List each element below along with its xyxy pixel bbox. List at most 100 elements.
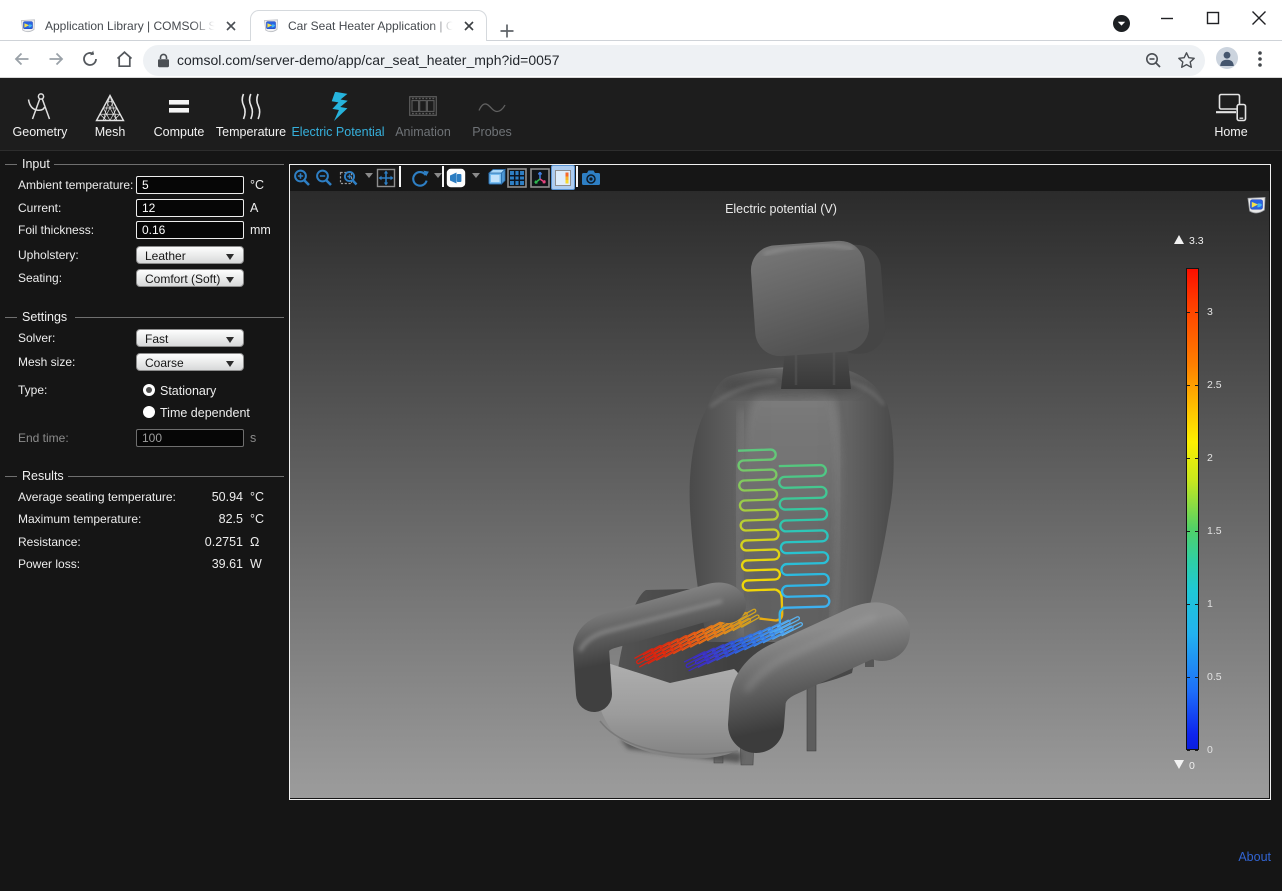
toolbar-button-probes[interactable]: Probes (466, 78, 518, 151)
comsol-app: Geometry Mesh Compute (0, 78, 1282, 891)
result-unit: °C (250, 490, 264, 504)
foil-thickness-input[interactable] (136, 221, 244, 239)
dropdown-arrow-icon (226, 337, 234, 343)
toolbar-button-home[interactable]: Home (1203, 78, 1259, 151)
mesh-size-dropdown[interactable]: Coarse (136, 353, 244, 371)
solver-dropdown[interactable]: Fast (136, 329, 244, 347)
new-tab-button[interactable] (497, 21, 517, 41)
field-label: End time: (18, 431, 69, 445)
radio-label: Stationary (160, 384, 216, 398)
colorbar-tick (1195, 385, 1198, 386)
colorbar-tick-label: 0 (1207, 744, 1213, 756)
result-maximum-temperature: Maximum temperature: 82.5 °C (0, 512, 289, 528)
result-value: 50.94 (150, 490, 243, 504)
chevron-down-icon (1117, 21, 1126, 27)
view-dropdown-arrow[interactable] (472, 173, 480, 178)
field-current: Current: A (0, 199, 289, 217)
about-link[interactable]: About (1238, 850, 1271, 864)
section-results: Results (0, 476, 289, 490)
colorbar-tick (1195, 458, 1198, 459)
tab-search-button[interactable] (1113, 15, 1130, 32)
colorbar-tick (1195, 750, 1198, 751)
axis-orientation-icon[interactable] (530, 168, 550, 188)
profile-avatar[interactable] (1216, 47, 1238, 69)
lock-icon (157, 53, 170, 68)
colorbar-tick (1187, 385, 1190, 386)
result-power-loss: Power loss: 39.61 W (0, 557, 289, 573)
field-solver: Solver: Fast (0, 329, 289, 347)
go-to-view-icon[interactable] (446, 168, 466, 188)
toolbar-button-mesh[interactable]: Mesh (83, 78, 137, 151)
tab-application-library[interactable]: Application Library | COMSOL Ser (8, 10, 248, 41)
dropdown-arrow-icon (226, 361, 234, 367)
toolbar-button-temperature[interactable]: Temperature (214, 78, 288, 151)
snapshot-camera-icon[interactable] (581, 168, 601, 188)
seat-headrest (749, 238, 887, 361)
current-input[interactable] (136, 199, 244, 217)
toolbar-label: Probes (472, 125, 512, 139)
colorbar-tick (1187, 531, 1190, 532)
car-seat-3d-model (290, 191, 1269, 798)
result-label: Maximum temperature: (18, 512, 141, 526)
app-toolbar: Geometry Mesh Compute (0, 78, 1282, 151)
max-marker-icon (1174, 235, 1184, 244)
result-average-seating-temperature: Average seating temperature: 50.94 °C (0, 490, 289, 506)
tab-title: Car Seat Heater Application | COM (288, 19, 456, 33)
color-legend-icon (555, 170, 571, 186)
minimize-button[interactable] (1144, 0, 1190, 36)
field-label: Upholstery: (18, 248, 79, 262)
toolbar-label: Temperature (216, 125, 286, 139)
ambient-temperature-input[interactable] (136, 176, 244, 194)
browser-window: Application Library | COMSOL Ser Car Sea… (0, 0, 1282, 891)
tab-close-icon[interactable] (460, 17, 478, 35)
end-time-input[interactable] (136, 429, 244, 447)
address-bar[interactable]: comsol.com/server-demo/app/car_seat_heat… (143, 45, 1205, 76)
zoom-out-icon[interactable] (314, 168, 334, 188)
seating-dropdown[interactable]: Comfort (Soft) (136, 269, 244, 287)
rotate-view-icon[interactable] (410, 168, 430, 188)
forward-button[interactable] (39, 42, 73, 76)
home-button[interactable] (107, 42, 141, 76)
url-text: comsol.com/server-demo/app/car_seat_heat… (177, 52, 1144, 68)
dropdown-value: Coarse (145, 356, 184, 370)
field-seating: Seating: Comfort (Soft) (0, 269, 289, 287)
upholstery-dropdown[interactable]: Leather (136, 246, 244, 264)
zoom-box-dropdown-arrow[interactable] (365, 173, 373, 178)
field-unit: A (250, 201, 258, 215)
radio-label: Time dependent (160, 406, 250, 420)
dropdown-value: Comfort (Soft) (145, 272, 220, 286)
tab-close-icon[interactable] (222, 17, 240, 35)
field-label: Type: (18, 383, 47, 397)
toolbar-button-geometry[interactable]: Geometry (8, 78, 72, 151)
toolbar-button-electric-potential[interactable]: Electric Potential (295, 78, 381, 151)
field-unit: °C (250, 178, 264, 192)
browser-navbar: comsol.com/server-demo/app/car_seat_heat… (0, 41, 1282, 78)
radio-stationary[interactable]: Stationary (143, 384, 283, 397)
tab-car-seat-heater[interactable]: Car Seat Heater Application | COM (250, 10, 487, 41)
toolbar-separator (442, 166, 444, 187)
back-button[interactable] (5, 42, 39, 76)
plot-canvas[interactable]: Electric potential (V) 3.3 0 32.521.510.… (290, 191, 1269, 798)
colorbar-tick (1187, 677, 1190, 678)
field-upholstery: Upholstery: Leather (0, 246, 289, 264)
field-label: Mesh size: (18, 355, 75, 369)
toolbar-button-compute[interactable]: Compute (147, 78, 211, 151)
browser-menu-button[interactable] (1243, 42, 1277, 76)
window-controls (1144, 0, 1282, 41)
maximize-button[interactable] (1190, 0, 1236, 36)
sine-wave-icon (478, 92, 506, 122)
reload-button[interactable] (73, 42, 107, 76)
close-window-button[interactable] (1236, 0, 1282, 36)
scene-light-icon[interactable] (487, 168, 507, 188)
color-legend-toggle[interactable] (551, 165, 575, 190)
zoom-in-icon[interactable] (292, 168, 312, 188)
grid-icon[interactable] (507, 168, 527, 188)
colorbar-tick (1187, 750, 1190, 751)
colorbar-tick (1187, 312, 1190, 313)
zoom-box-icon[interactable] (339, 168, 359, 188)
zoom-extents-icon[interactable] (376, 168, 396, 188)
bookmark-star-icon[interactable] (1177, 51, 1196, 70)
radio-time-dependent[interactable]: Time dependent (143, 406, 283, 419)
zoom-out-indicator-icon[interactable] (1144, 51, 1163, 70)
toolbar-button-animation[interactable]: Animation (389, 78, 457, 151)
